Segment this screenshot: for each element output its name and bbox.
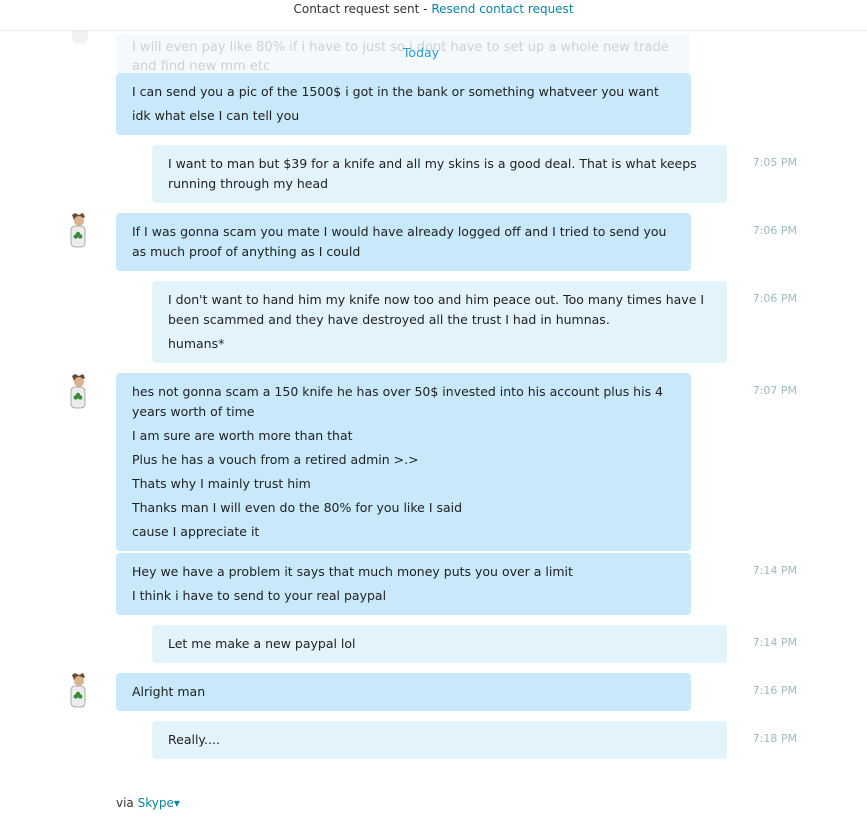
user-avatar-icon[interactable] bbox=[66, 373, 90, 411]
message-bubble-them: hes not gonna scam a 150 knife he has ov… bbox=[116, 373, 691, 551]
message-line: If I was gonna scam you mate I would hav… bbox=[132, 224, 667, 259]
contact-request-banner: Contact request sent - Resend contact re… bbox=[0, 0, 867, 31]
message-line: cause I appreciate it bbox=[132, 524, 260, 539]
message-line: I think i have to send to your real payp… bbox=[132, 588, 387, 603]
skype-label: Skype bbox=[137, 796, 174, 810]
message-bubble-me: I don't want to hand him my knife now to… bbox=[152, 281, 727, 363]
resend-contact-request-link[interactable]: Resend contact request bbox=[431, 2, 573, 16]
message-line: Thanks man I will even do the 80% for yo… bbox=[132, 500, 463, 515]
message-line: I can send you a pic of the 1500$ i got … bbox=[132, 84, 659, 99]
message-line: Really.... bbox=[168, 732, 220, 747]
message-line: hes not gonna scam a 150 knife he has ov… bbox=[132, 384, 664, 419]
message-line: idk what else I can tell you bbox=[132, 108, 300, 123]
message-bubble-them: I can send you a pic of the 1500$ i got … bbox=[116, 73, 691, 135]
message-bubble-me: Really.... bbox=[152, 721, 727, 759]
message-line: Alright man bbox=[132, 684, 206, 699]
via-skype-footer: via Skype▾ bbox=[116, 796, 180, 810]
message-line: Hey we have a problem it says that much … bbox=[132, 564, 573, 579]
message-timestamp: 7:16 PM bbox=[752, 684, 797, 697]
chevron-down-icon: ▾ bbox=[173, 796, 180, 810]
day-separator: Today bbox=[402, 45, 440, 60]
message-bubble-me: I want to man but $39 for a knife and al… bbox=[152, 145, 727, 203]
message-timestamp: 7:14 PM bbox=[752, 564, 797, 577]
message-timestamp: 7:18 PM bbox=[752, 732, 797, 745]
via-label: via bbox=[116, 796, 134, 810]
message-bubble-them: If I was gonna scam you mate I would hav… bbox=[116, 213, 691, 271]
message-bubble-me: Let me make a new paypal lol bbox=[152, 625, 727, 663]
message-timestamp: 7:06 PM bbox=[752, 224, 797, 237]
user-avatar-icon[interactable] bbox=[66, 672, 90, 710]
faded-avatar-icon bbox=[72, 30, 88, 44]
contact-request-status: Contact request sent bbox=[293, 2, 420, 16]
message-line: I am sure are worth more than that bbox=[132, 428, 353, 443]
message-line: humans* bbox=[168, 336, 225, 351]
message-bubble-them: Hey we have a problem it says that much … bbox=[116, 553, 691, 615]
message-line: I want to man but $39 for a knife and al… bbox=[168, 156, 697, 191]
message-line: Let me make a new paypal lol bbox=[168, 636, 356, 651]
message-line: I don't want to hand him my knife now to… bbox=[168, 292, 705, 327]
message-timestamp: 7:05 PM bbox=[752, 156, 797, 169]
message-timestamp: 7:07 PM bbox=[752, 384, 797, 397]
message-timestamp: 7:06 PM bbox=[752, 292, 797, 305]
message-line: Thats why I mainly trust him bbox=[132, 476, 311, 491]
user-avatar-icon[interactable] bbox=[66, 212, 90, 250]
skype-service-selector[interactable]: Skype▾ bbox=[138, 796, 180, 810]
message-line: Plus he has a vouch from a retired admin… bbox=[132, 452, 419, 467]
message-timestamp: 7:14 PM bbox=[752, 636, 797, 649]
message-bubble-them: Alright man bbox=[116, 673, 691, 711]
banner-separator: - bbox=[419, 2, 432, 16]
